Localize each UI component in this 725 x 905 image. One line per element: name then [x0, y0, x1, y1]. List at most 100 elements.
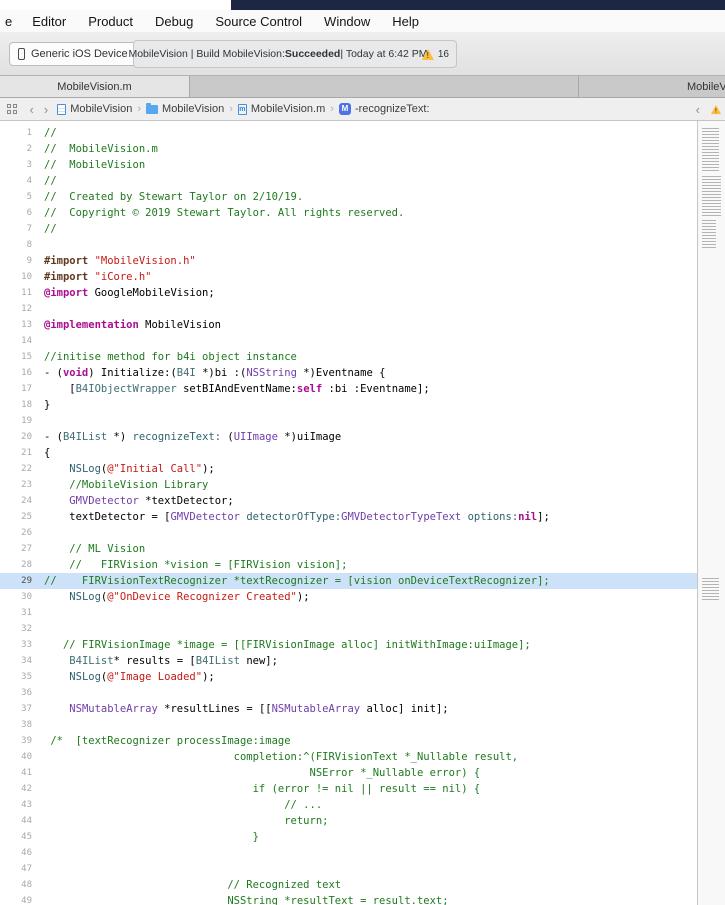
- menu-item-debug[interactable]: Debug: [144, 14, 204, 29]
- code-line[interactable]: 41 NSError *_Nullable error) {: [0, 765, 697, 781]
- scheme-selector[interactable]: Generic iOS Device: [9, 42, 139, 66]
- line-number[interactable]: 16: [0, 365, 44, 381]
- code-line[interactable]: 1//: [0, 125, 697, 141]
- code-line[interactable]: 6// Copyright © 2019 Stewart Taylor. All…: [0, 205, 697, 221]
- code-line[interactable]: 26: [0, 525, 697, 541]
- code-line[interactable]: 13 @implementation MobileVision: [0, 317, 697, 333]
- back-button[interactable]: ‹: [25, 103, 39, 116]
- line-number[interactable]: 4: [0, 173, 44, 189]
- code-line[interactable]: 15//initise method for b4i object instan…: [0, 349, 697, 365]
- code-line[interactable]: 25 textDetector = [GMVDetector detectorO…: [0, 509, 697, 525]
- line-number[interactable]: 29: [0, 573, 44, 589]
- code-line[interactable]: 36: [0, 685, 697, 701]
- code-line[interactable]: 38: [0, 717, 697, 733]
- line-number[interactable]: 22: [0, 461, 44, 477]
- line-number[interactable]: 14: [0, 333, 44, 349]
- code-line[interactable]: 21{: [0, 445, 697, 461]
- code-line[interactable]: 24 GMVDetector *textDetector;: [0, 493, 697, 509]
- line-number[interactable]: 6: [0, 205, 44, 221]
- line-number[interactable]: 5: [0, 189, 44, 205]
- line-number[interactable]: 13: [0, 317, 44, 333]
- line-number[interactable]: 49: [0, 893, 44, 905]
- line-number[interactable]: 8: [0, 237, 44, 253]
- line-number[interactable]: 47: [0, 861, 44, 877]
- code-line[interactable]: 9 #import "MobileVision.h": [0, 253, 697, 269]
- code-line[interactable]: 30 NSLog(@"OnDevice Recognizer Created")…: [0, 589, 697, 605]
- jumpbar-crumb[interactable]: MobileVision: [57, 103, 132, 115]
- line-number[interactable]: 34: [0, 653, 44, 669]
- line-number[interactable]: 31: [0, 605, 44, 621]
- jumpbar-crumb[interactable]: MobileVision: [146, 102, 224, 115]
- menu-item-window[interactable]: Window: [313, 14, 381, 29]
- code-line-highlighted[interactable]: 29// FIRVisionTextRecognizer *textRecogn…: [0, 573, 697, 589]
- code-line[interactable]: 8: [0, 237, 697, 253]
- code-editor[interactable]: 1//2// MobileVision.m 3// MobileVision 4//…: [0, 123, 697, 905]
- code-line[interactable]: 11 @import GoogleMobileVision;: [0, 285, 697, 301]
- code-line[interactable]: 16- (void) Initialize:(B4I *)bi :(NSStri…: [0, 365, 697, 381]
- menu-item-e[interactable]: e: [0, 14, 21, 29]
- tab-mobilevision-m[interactable]: MobileVision.m: [0, 76, 190, 97]
- line-number[interactable]: 43: [0, 797, 44, 813]
- line-number[interactable]: 21: [0, 445, 44, 461]
- code-line[interactable]: 43 // ...: [0, 797, 697, 813]
- line-number[interactable]: 46: [0, 845, 44, 861]
- right-pane-back-button[interactable]: ‹: [691, 103, 705, 116]
- code-line[interactable]: 27 // ML Vision: [0, 541, 697, 557]
- line-number[interactable]: 48: [0, 877, 44, 893]
- line-number[interactable]: 9: [0, 253, 44, 269]
- code-line[interactable]: 10 #import "iCore.h": [0, 269, 697, 285]
- code-line[interactable]: 34 B4IList* results = [B4IList new];: [0, 653, 697, 669]
- code-line[interactable]: 40 completion:^(FIRVisionText *_Nullable…: [0, 749, 697, 765]
- code-line[interactable]: 44 return;: [0, 813, 697, 829]
- code-line[interactable]: 14: [0, 333, 697, 349]
- line-number[interactable]: 1: [0, 125, 44, 141]
- code-line[interactable]: 31: [0, 605, 697, 621]
- line-number[interactable]: 25: [0, 509, 44, 525]
- line-number[interactable]: 37: [0, 701, 44, 717]
- code-line[interactable]: 47: [0, 861, 697, 877]
- code-line[interactable]: 46: [0, 845, 697, 861]
- code-line[interactable]: 7//: [0, 221, 697, 237]
- code-line[interactable]: 39 /* [textRecognizer processImage:image: [0, 733, 697, 749]
- issue-warning-icon[interactable]: [710, 104, 722, 114]
- code-line[interactable]: 3// MobileVision: [0, 157, 697, 173]
- line-number[interactable]: 15: [0, 349, 44, 365]
- code-line[interactable]: 48 // Recognized text: [0, 877, 697, 893]
- line-number[interactable]: 36: [0, 685, 44, 701]
- menu-item-help[interactable]: Help: [381, 14, 430, 29]
- code-line[interactable]: 33 // FIRVisionImage *image = [[FIRVisio…: [0, 637, 697, 653]
- code-line[interactable]: 2// MobileVision.m: [0, 141, 697, 157]
- line-number[interactable]: 27: [0, 541, 44, 557]
- code-line[interactable]: 4//: [0, 173, 697, 189]
- line-number[interactable]: 30: [0, 589, 44, 605]
- line-number[interactable]: 11: [0, 285, 44, 301]
- line-number[interactable]: 3: [0, 157, 44, 173]
- line-number[interactable]: 33: [0, 637, 44, 653]
- line-number[interactable]: 17: [0, 381, 44, 397]
- menu-item-editor[interactable]: Editor: [21, 14, 77, 29]
- code-line[interactable]: 17 [B4IObjectWrapper setBIAndEventName:s…: [0, 381, 697, 397]
- line-number[interactable]: 35: [0, 669, 44, 685]
- code-line[interactable]: 23 //MobileVision Library: [0, 477, 697, 493]
- code-line[interactable]: 22 NSLog(@"Initial Call");: [0, 461, 697, 477]
- menu-item-source-control[interactable]: Source Control: [204, 14, 313, 29]
- line-number[interactable]: 45: [0, 829, 44, 845]
- line-number[interactable]: 42: [0, 781, 44, 797]
- code-line[interactable]: 5// Created by Stewart Taylor on 2/10/19…: [0, 189, 697, 205]
- code-line[interactable]: 49 NSString *resultText = result.text;: [0, 893, 697, 905]
- code-line[interactable]: 19: [0, 413, 697, 429]
- jumpbar-crumb[interactable]: m MobileVision.m: [237, 103, 325, 115]
- jumpbar-crumb[interactable]: M -recognizeText:: [338, 103, 430, 115]
- line-number[interactable]: 39: [0, 733, 44, 749]
- line-number[interactable]: 12: [0, 301, 44, 317]
- line-number[interactable]: 28: [0, 557, 44, 573]
- activity-viewer[interactable]: MobileVision | Build MobileVision: Succe…: [128, 40, 457, 68]
- line-number[interactable]: 10: [0, 269, 44, 285]
- minimap[interactable]: [698, 121, 725, 905]
- line-number[interactable]: 41: [0, 765, 44, 781]
- warning-badge[interactable]: 16: [421, 49, 449, 60]
- line-number[interactable]: 44: [0, 813, 44, 829]
- line-number[interactable]: 7: [0, 221, 44, 237]
- code-line[interactable]: 18}: [0, 397, 697, 413]
- line-number[interactable]: 20: [0, 429, 44, 445]
